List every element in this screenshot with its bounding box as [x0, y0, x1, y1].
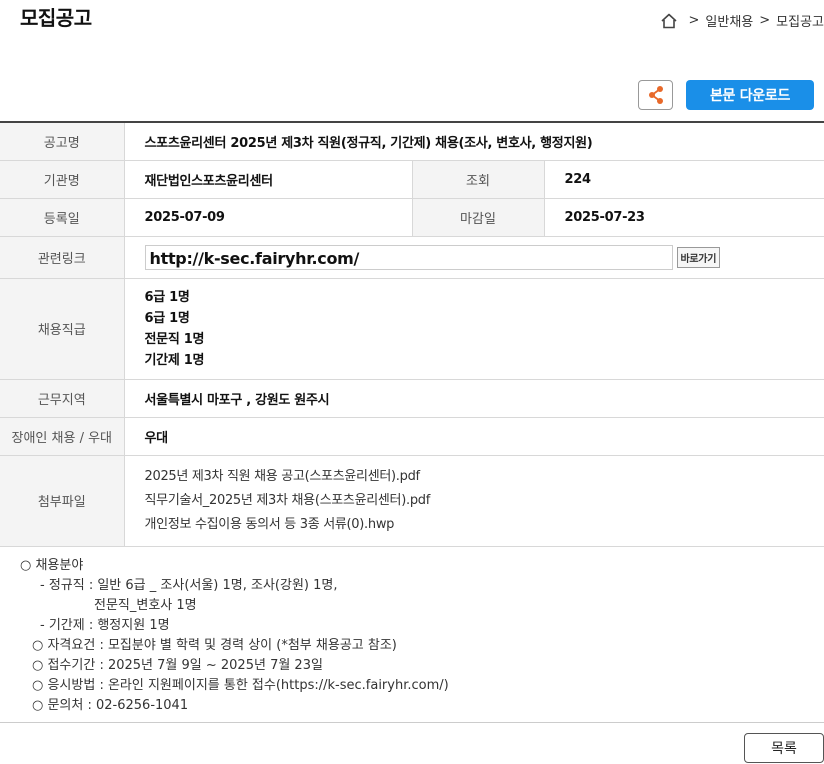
attachment-link[interactable]: 2025년 제3차 직원 채용 공고(스포츠윤리센터).pdf: [145, 465, 824, 489]
disabled-hiring-label: 장애인 채용 / 우대: [0, 417, 125, 456]
deadline-value: 2025-07-23: [544, 198, 824, 237]
table-row: 채용직급 6급 1명 6급 1명 전문직 1명 기간제 1명: [0, 278, 824, 380]
breadcrumb-sep: >: [759, 13, 771, 28]
share-icon: [648, 86, 663, 104]
goto-button[interactable]: 바로가기: [676, 246, 721, 268]
divider: [0, 722, 824, 723]
related-link-field[interactable]: http://k-sec.fairyhr.com/: [144, 244, 673, 270]
body-line: ○ 응시방법 : 온라인 지원페이지를 통한 접수(https://k-sec.…: [32, 678, 449, 693]
views-value: 224: [544, 160, 824, 199]
page-title: 모집공고: [20, 6, 92, 30]
attachment-link[interactable]: 직무기술서_2025년 제3차 채용(스포츠윤리센터).pdf: [145, 489, 824, 513]
attachment-link[interactable]: 개인정보 수집이용 동의서 등 3종 서류(0).hwp: [145, 513, 824, 537]
title-value: 스포츠윤리센터 2025년 제3차 직원(정규직, 기간제) 채용(조사, 변호…: [124, 122, 824, 161]
table-row: 근무지역 서울특별시 마포구 , 강원도 원주시: [0, 379, 824, 418]
notice-body: ○ 채용분야 - 정규직 : 일반 6급 _ 조사(서울) 1명, 조사(강원)…: [20, 556, 449, 716]
reg-date-label: 등록일: [0, 198, 125, 237]
positions-list: 6급 1명 6급 1명 전문직 1명 기간제 1명: [124, 278, 824, 380]
body-line: ○ 접수기간 : 2025년 7월 9일 ~ 2025년 7월 23일: [32, 658, 323, 673]
breadcrumb-sep: >: [688, 13, 700, 28]
body-line: ○ 자격요건 : 모집분야 별 학력 및 경력 상이 (*첨부 채용공고 참조): [32, 638, 397, 653]
table-row: 공고명 스포츠윤리센터 2025년 제3차 직원(정규직, 기간제) 채용(조사…: [0, 122, 824, 161]
org-value: 재단법인스포츠윤리센터: [124, 160, 412, 199]
region-label: 근무지역: [0, 379, 125, 418]
positions-label: 채용직급: [0, 278, 125, 380]
list-item: 6급 1명: [144, 310, 190, 326]
region-value: 서울특별시 마포구 , 강원도 원주시: [124, 379, 824, 418]
list-item: 전문직 1명: [144, 331, 205, 347]
breadcrumb-item-general-hiring[interactable]: 일반채용: [705, 11, 753, 30]
table-row: 첨부파일 2025년 제3차 직원 채용 공고(스포츠윤리센터).pdf 직무기…: [0, 455, 824, 547]
disabled-hiring-value: 우대: [124, 417, 824, 456]
attachments-label: 첨부파일: [0, 455, 125, 547]
share-button[interactable]: [638, 80, 673, 110]
deadline-label: 마감일: [411, 198, 545, 237]
body-line: ○ 문의처 : 02-6256-1041: [32, 698, 189, 713]
link-label: 관련링크: [0, 236, 125, 279]
table-row: 관련링크 http://k-sec.fairyhr.com/바로가기: [0, 236, 824, 279]
table-row: 장애인 채용 / 우대 우대: [0, 417, 824, 456]
home-icon[interactable]: [660, 12, 678, 30]
attachments-list: 2025년 제3차 직원 채용 공고(스포츠윤리센터).pdf 직무기술서_20…: [124, 455, 824, 547]
list-item: 6급 1명: [144, 289, 190, 305]
download-body-button[interactable]: 본문 다운로드: [686, 80, 814, 110]
body-line: - 정규직 : 일반 6급 _ 조사(서울) 1명, 조사(강원) 1명,: [40, 578, 338, 593]
breadcrumb-item-recruitment[interactable]: 모집공고: [776, 11, 824, 30]
body-line: - 기간제 : 행정지원 1명: [40, 618, 170, 633]
reg-date-value: 2025-07-09: [124, 198, 412, 237]
list-button[interactable]: 목록: [744, 733, 824, 763]
notice-info-table: 공고명 스포츠윤리센터 2025년 제3차 직원(정규직, 기간제) 채용(조사…: [0, 121, 824, 547]
body-line: ○ 채용분야: [20, 558, 84, 573]
views-label: 조회: [411, 160, 545, 199]
list-item: 기간제 1명: [144, 352, 205, 368]
table-row: 등록일 2025-07-09 마감일 2025-07-23: [0, 198, 824, 237]
org-label: 기관명: [0, 160, 125, 199]
body-line: 전문직_변호사 1명: [94, 598, 197, 613]
breadcrumb: > 일반채용 > 모집공고: [660, 11, 824, 30]
title-label: 공고명: [0, 122, 125, 161]
link-cell: http://k-sec.fairyhr.com/바로가기: [124, 236, 824, 279]
table-row: 기관명 재단법인스포츠윤리센터 조회 224: [0, 160, 824, 199]
